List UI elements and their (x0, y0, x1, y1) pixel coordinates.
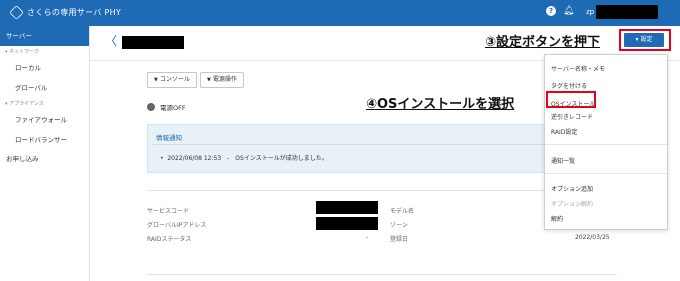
notice-item-text: 2022/06/08 12:53 - OSインストールが成功しました。 (167, 155, 328, 162)
zone-label: ゾーン (390, 222, 408, 229)
sidebar-group-label: ネットワーク (9, 49, 40, 55)
settings-dropdown-menu: サーバー名称・メモ タグを付ける OSインストール 逆引きレコード RAID設定… (544, 54, 668, 230)
sidebar-group-label: アプライアンス (9, 101, 44, 107)
menu-item-reverse-dns[interactable]: 逆引きレコード (551, 112, 593, 121)
back-chevron-icon[interactable]: 〈 (105, 32, 117, 49)
app-title: さくらの専用サーバ PHY (27, 8, 122, 17)
notice-title: 情報通知 (156, 134, 182, 142)
sidebar-group-appliance: ▾ アプライアンス (5, 101, 44, 107)
sidebar-item-global[interactable]: グローバル (0, 78, 89, 98)
bell-icon[interactable]: 🔔︎ (563, 6, 574, 16)
notice-divider (153, 144, 611, 145)
redacted-user (596, 5, 658, 19)
menu-item-terminate[interactable]: 解約 (551, 214, 563, 223)
sidebar-item-application[interactable]: お申し込み (0, 150, 89, 168)
sidebar-group-network: ▾ ネットワーク (5, 49, 40, 55)
redacted-global-ip (316, 217, 378, 230)
service-code-label: サービスコード (147, 208, 190, 215)
caret-down-icon: ▼ (207, 77, 211, 83)
help-icon[interactable]: ? (546, 6, 556, 16)
notice-item: • 2022/06/08 12:53 - OSインストールが成功しました。 (160, 155, 328, 162)
raid-status-label: RAIDステータス (147, 236, 192, 243)
user-name[interactable]: zp (586, 8, 594, 16)
redacted-service-code (316, 201, 378, 214)
menu-item-add-tag[interactable]: タグを付ける (551, 81, 587, 90)
sakura-logo-icon (9, 5, 24, 20)
power-operation-button[interactable]: ▼ 電源操作 (200, 72, 244, 88)
console-button[interactable]: ▼ コンソール (147, 72, 197, 88)
top-bar: さくらの専用サーバ PHY ? 🔔︎ zp (0, 0, 680, 26)
power-status-label: 電源OFF (160, 104, 186, 112)
menu-divider (545, 173, 667, 174)
model-label: モデル名 (390, 208, 415, 215)
menu-item-add-option[interactable]: オプション追加 (551, 184, 593, 193)
power-status-dot-icon (147, 103, 155, 111)
menu-item-notification-list[interactable]: 通知一覧 (551, 156, 575, 165)
settings-highlight-box (619, 29, 671, 51)
info-divider-bottom (147, 274, 617, 275)
registered-date-value: 2022/03/25 (575, 234, 610, 241)
app-logo[interactable]: さくらの専用サーバ PHY (9, 5, 122, 20)
caret-down-icon: ▼ (154, 77, 158, 83)
menu-item-server-name-memo[interactable]: サーバー名称・メモ (551, 64, 605, 73)
power-button-label: 電源操作 (212, 76, 237, 83)
menu-item-raid-settings[interactable]: RAID設定 (551, 127, 577, 136)
redacted-server-name (122, 36, 184, 49)
power-status: 電源OFF (147, 102, 186, 112)
sidebar-item-server[interactable]: サーバー (0, 26, 89, 46)
sidebar-item-firewall[interactable]: ファイアウォール (0, 110, 89, 130)
annotation-step4: ④OSインストールを選択 (366, 97, 515, 112)
registered-date-label: 登録日 (390, 236, 409, 243)
sidebar-item-load-balancer[interactable]: ロードバランサー (0, 130, 89, 150)
raid-status-value: - (366, 234, 369, 241)
menu-item-cancel-option: オプション解約 (551, 201, 594, 208)
annotation-step3: ③設定ボタンを押下 (485, 35, 601, 50)
console-button-label: コンソール (159, 76, 190, 83)
menu-divider (545, 144, 667, 145)
sidebar-item-local[interactable]: ローカル (0, 58, 89, 78)
os-install-highlight-box (546, 91, 596, 108)
global-ip-label: グローバルIPアドレス (147, 222, 207, 229)
sidebar: サーバー ▾ ネットワーク ローカル グローバル ▾ アプライアンス ファイアウ… (0, 26, 90, 281)
